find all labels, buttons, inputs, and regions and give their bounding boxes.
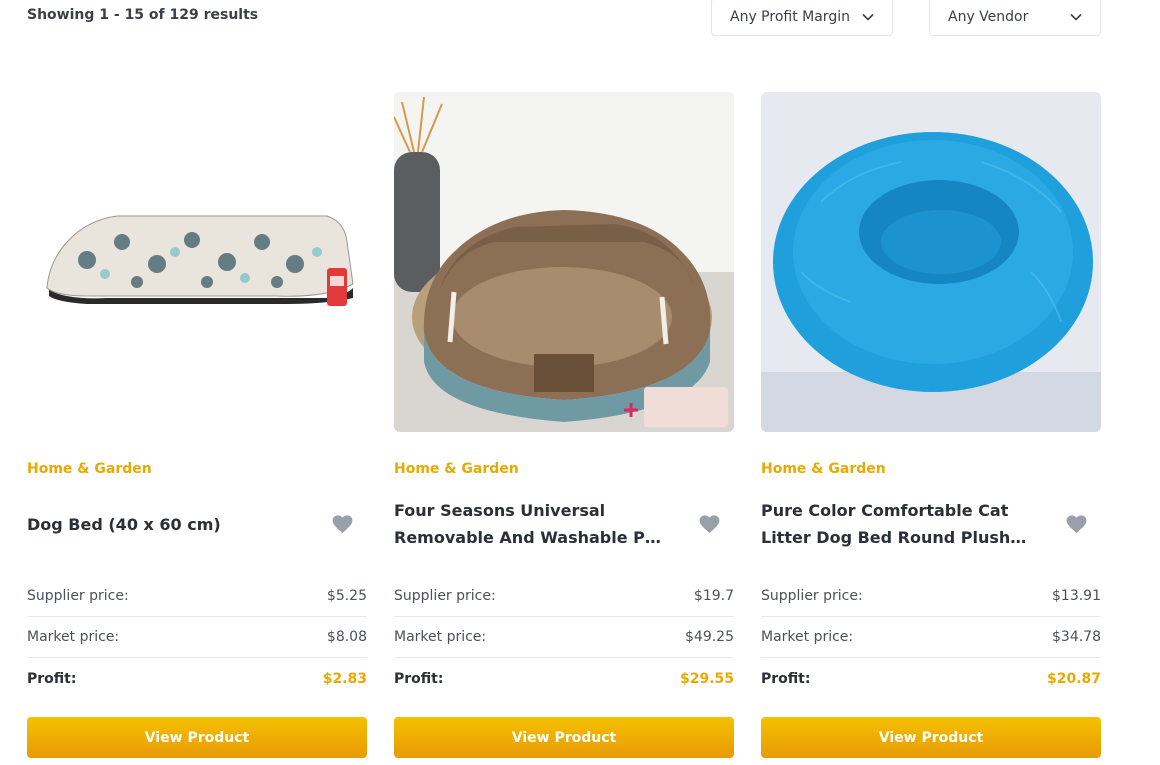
- chevron-down-icon: [862, 13, 874, 21]
- profit-row: Profit: $20.87: [761, 658, 1101, 699]
- product-image[interactable]: [394, 92, 734, 432]
- supplier-price-row: Supplier price: $5.25: [27, 575, 367, 617]
- market-price-label: Market price:: [27, 628, 120, 645]
- product-card: Home & Garden Dog Bed (40 x 60 cm) Suppl…: [27, 92, 367, 762]
- supplier-price-row: Supplier price: $19.7: [394, 575, 734, 617]
- view-product-button[interactable]: View Product: [27, 717, 367, 758]
- profit-value: $29.55: [679, 670, 734, 687]
- supplier-price-value: $19.7: [693, 587, 734, 604]
- heart-icon[interactable]: [332, 515, 353, 534]
- supplier-price-row: Supplier price: $13.91: [761, 575, 1101, 617]
- product-title[interactable]: Four Seasons Universal Removable And Was…: [394, 497, 666, 551]
- supplier-price-value: $13.91: [1052, 587, 1101, 604]
- profit-label: Profit:: [761, 670, 811, 687]
- supplier-price-value: $5.25: [326, 587, 367, 604]
- results-toolbar: Showing 1 - 15 of 129 results Any Profit…: [0, 0, 1160, 40]
- product-image[interactable]: [27, 92, 367, 432]
- supplier-price-label: Supplier price:: [394, 587, 496, 604]
- results-count: Showing 1 - 15 of 129 results: [27, 7, 259, 23]
- profit-row: Profit: $2.83: [27, 658, 367, 699]
- product-card: Home & Garden Four Seasons Universal Rem…: [394, 92, 734, 762]
- heart-icon[interactable]: [1066, 515, 1087, 534]
- product-image[interactable]: [761, 92, 1101, 432]
- profit-margin-label: Any Profit Margin: [730, 9, 850, 25]
- chevron-down-icon: [1070, 13, 1082, 21]
- product-category[interactable]: Home & Garden: [394, 461, 519, 477]
- profit-value: $20.87: [1046, 670, 1101, 687]
- heart-icon[interactable]: [699, 515, 720, 534]
- product-category[interactable]: Home & Garden: [27, 461, 152, 477]
- market-price-value: $34.78: [1052, 628, 1101, 645]
- product-card: Home & Garden Pure Color Comfortable Cat…: [761, 92, 1101, 762]
- profit-label: Profit:: [394, 670, 444, 687]
- product-title[interactable]: Dog Bed (40 x 60 cm): [27, 511, 299, 538]
- vendor-dropdown[interactable]: Any Vendor: [929, 0, 1101, 36]
- vendor-label: Any Vendor: [948, 9, 1029, 25]
- market-price-value: $8.08: [326, 628, 367, 645]
- view-product-button[interactable]: View Product: [761, 717, 1101, 758]
- market-price-row: Market price: $8.08: [27, 616, 367, 658]
- market-price-label: Market price:: [394, 628, 487, 645]
- title-area: Pure Color Comfortable Cat Litter Dog Be…: [761, 492, 1101, 556]
- profit-row: Profit: $29.55: [394, 658, 734, 699]
- profit-label: Profit:: [27, 670, 77, 687]
- market-price-row: Market price: $34.78: [761, 616, 1101, 658]
- product-category[interactable]: Home & Garden: [761, 461, 886, 477]
- supplier-price-label: Supplier price:: [761, 587, 863, 604]
- title-area: Four Seasons Universal Removable And Was…: [394, 492, 734, 556]
- market-price-row: Market price: $49.25: [394, 616, 734, 658]
- product-title[interactable]: Pure Color Comfortable Cat Litter Dog Be…: [761, 497, 1033, 551]
- profit-value: $2.83: [322, 670, 367, 687]
- title-area: Dog Bed (40 x 60 cm): [27, 492, 367, 556]
- supplier-price-label: Supplier price:: [27, 587, 129, 604]
- market-price-value: $49.25: [685, 628, 734, 645]
- market-price-label: Market price:: [761, 628, 854, 645]
- profit-margin-dropdown[interactable]: Any Profit Margin: [711, 0, 893, 36]
- view-product-button[interactable]: View Product: [394, 717, 734, 758]
